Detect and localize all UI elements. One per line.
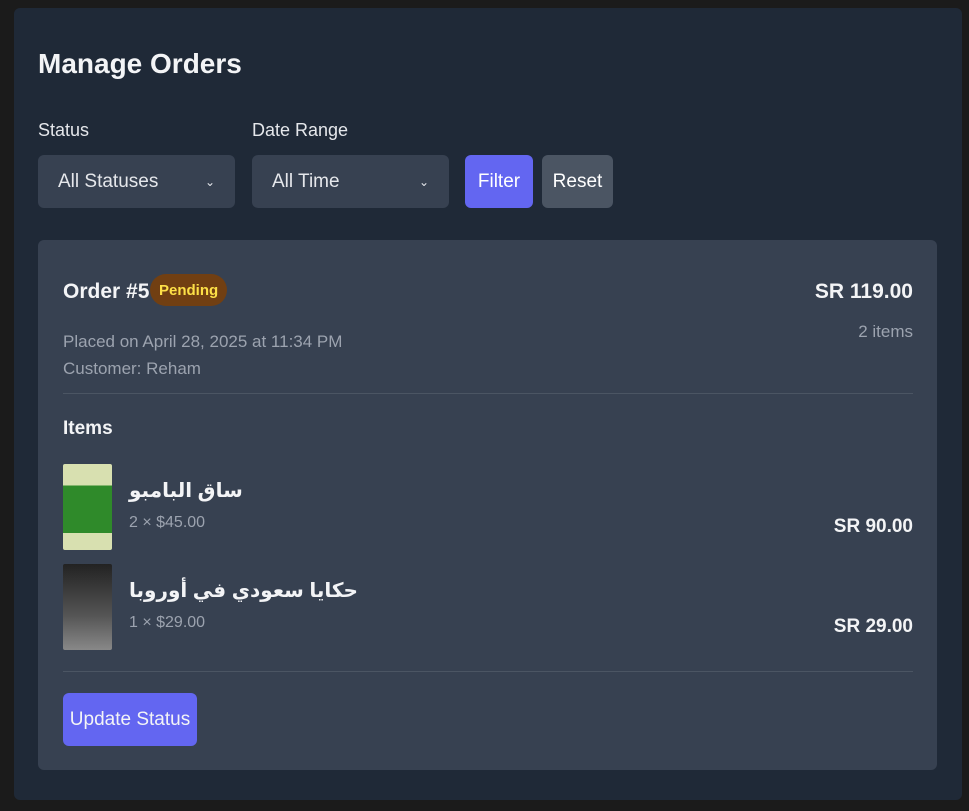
- order-card: Order #5 Pending Placed on April 28, 202…: [38, 240, 937, 770]
- chevron-down-icon: ⌄: [204, 174, 215, 189]
- item-name: حكايا سعودي في أوروبا: [129, 580, 358, 602]
- item-quantity: 2 × $45.00: [129, 514, 206, 531]
- item-price: SR 90.00: [833, 516, 913, 537]
- filter-button[interactable]: Filter: [465, 155, 533, 208]
- date-range-label: Date Range: [252, 120, 349, 140]
- divider: [63, 671, 913, 672]
- order-item: ساق البامبو 2 × $45.00 SR 90.00: [63, 464, 913, 550]
- status-select[interactable]: All Statuses ⌄: [38, 155, 235, 208]
- items-heading: Items: [63, 418, 113, 439]
- status-label: Status: [38, 120, 90, 140]
- chevron-down-icon: ⌄: [418, 174, 429, 189]
- date-range-select-value: All Time: [272, 170, 340, 192]
- item-name: ساق البامبو: [129, 480, 243, 502]
- divider: [63, 393, 913, 394]
- status-select-value: All Statuses: [58, 170, 159, 192]
- date-range-select[interactable]: All Time ⌄: [252, 155, 449, 208]
- book-cover-image: [63, 564, 112, 650]
- item-price: SR 29.00: [833, 616, 913, 637]
- order-item: حكايا سعودي في أوروبا 1 × $29.00 SR 29.0…: [63, 564, 913, 650]
- orders-panel: Manage Orders Status Date Range All Stat…: [14, 8, 962, 800]
- order-placed-date: Placed on April 28, 2025 at 11:34 PM: [63, 332, 343, 351]
- update-status-button[interactable]: Update Status: [63, 693, 197, 746]
- reset-button[interactable]: Reset: [542, 155, 613, 208]
- order-total: SR 119.00: [814, 280, 913, 303]
- status-badge: Pending: [150, 274, 228, 306]
- item-quantity: 1 × $29.00: [129, 614, 206, 631]
- book-cover-image: [63, 464, 112, 550]
- page-title: Manage Orders: [38, 48, 242, 79]
- order-title: Order #5: [63, 280, 150, 303]
- order-item-count: 2 items: [858, 322, 913, 341]
- order-customer: Customer: Reham: [63, 359, 201, 378]
